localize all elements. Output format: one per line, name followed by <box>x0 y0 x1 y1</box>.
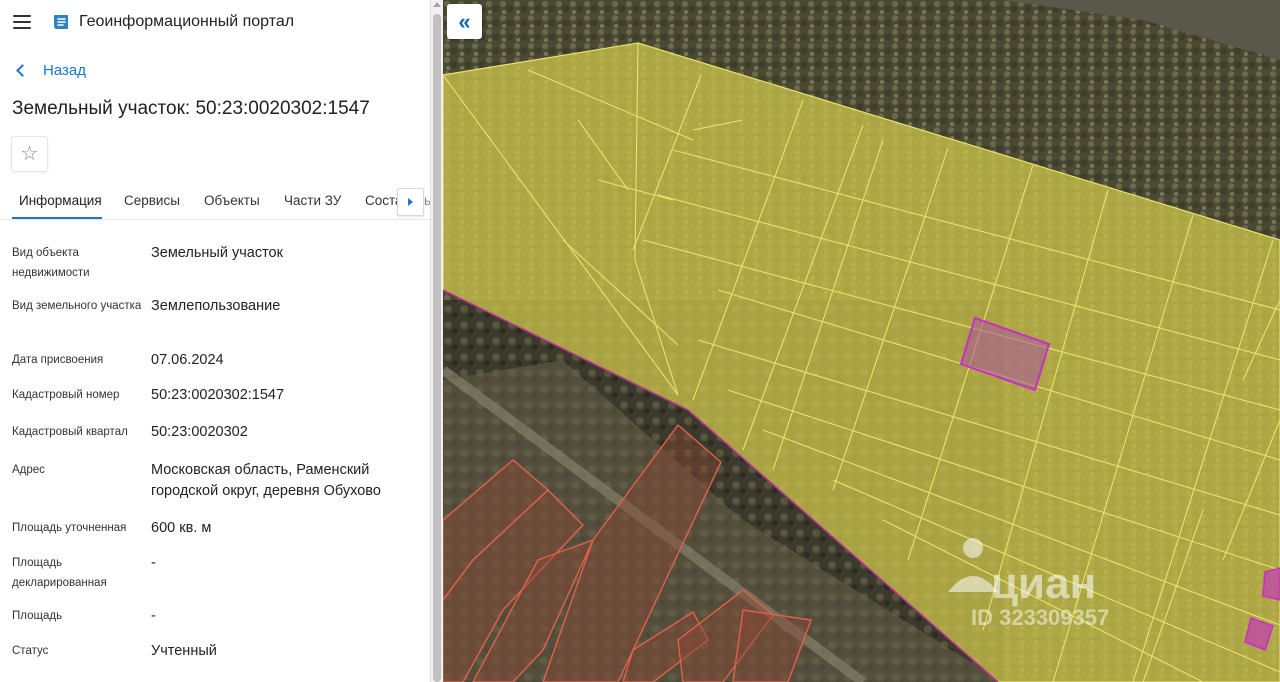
map-view[interactable]: циан ID 323309357 <box>443 0 1280 682</box>
info-value: 50:23:0020302:1547 <box>151 387 285 403</box>
active-tab-indicator <box>12 217 102 219</box>
star-icon: ☆ <box>20 143 39 165</box>
info-label: Дата присвоения <box>12 354 104 366</box>
tabs-scroll-right-button[interactable] <box>397 188 424 216</box>
watermark-brand: циан <box>991 559 1096 608</box>
double-chevron-left-icon: « <box>458 8 471 34</box>
info-label: Вид земельного участка <box>12 300 142 312</box>
info-label: Кадастровый номер <box>12 389 120 401</box>
scroll-up-arrow-icon[interactable] <box>433 2 441 7</box>
top-bar: Геоинформационный портал <box>0 0 430 44</box>
favorite-button[interactable]: ☆ <box>11 136 48 172</box>
tab-information[interactable]: Информация <box>19 193 102 208</box>
hamburger-menu-icon[interactable] <box>13 15 31 29</box>
info-label: Вид объекта недвижимости <box>12 247 90 279</box>
portal-logo-icon <box>54 15 68 29</box>
back-label: Назад <box>43 62 86 79</box>
info-label: Адрес <box>12 464 45 476</box>
watermark-id: ID 323309357 <box>971 605 1109 630</box>
app-title: Геоинформационный портал <box>79 13 295 30</box>
scrollbar-thumb[interactable] <box>433 14 441 682</box>
info-label: Площадь декларированная <box>12 557 107 589</box>
tab-objects[interactable]: Объекты <box>204 193 260 208</box>
info-label: Статус <box>12 645 49 657</box>
info-label: Площадь уточненная <box>12 522 127 534</box>
caret-right-icon <box>408 198 413 206</box>
back-link[interactable]: Назад <box>14 62 86 79</box>
chevron-left-icon <box>16 64 29 77</box>
info-value: - <box>151 608 156 624</box>
tab-bar: Информация Сервисы Объекты Части ЗУ Сост… <box>0 186 430 220</box>
info-label: Площадь <box>12 610 63 622</box>
map-canvas[interactable]: циан ID 323309357 <box>443 0 1280 682</box>
info-value: - <box>151 555 156 571</box>
tab-parts[interactable]: Части ЗУ <box>284 193 341 208</box>
info-value: Учтенный <box>151 643 217 659</box>
info-value: Землепользование <box>151 298 281 314</box>
tab-services[interactable]: Сервисы <box>124 193 180 208</box>
info-value: Московская область, Раменский городской … <box>151 462 381 499</box>
page-title: Земельный участок: 50:23:0020302:1547 <box>12 98 370 119</box>
info-value: Земельный участок <box>151 245 283 261</box>
info-value: 600 кв. м <box>151 520 212 536</box>
highlighted-parcel <box>1262 567 1280 601</box>
info-value: 07.06.2024 <box>151 352 224 368</box>
info-label: Кадастровый квартал <box>12 426 128 438</box>
info-panel: Геоинформационный портал Назад Земельный… <box>0 0 430 682</box>
panel-scrollbar[interactable] <box>430 0 443 682</box>
collapse-panel-button[interactable]: « <box>447 4 482 39</box>
info-value: 50:23:0020302 <box>151 424 248 440</box>
